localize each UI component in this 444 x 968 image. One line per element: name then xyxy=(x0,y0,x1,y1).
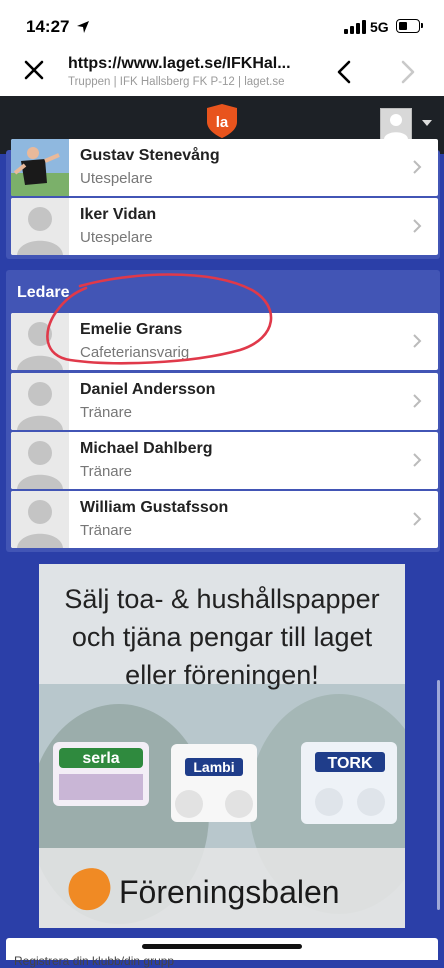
list-item[interactable]: Michael Dahlberg Tränare xyxy=(11,432,438,489)
player-role: Utespelare xyxy=(80,229,153,246)
player-name: Gustav Stenevång xyxy=(80,147,220,164)
leader-role: Tränare xyxy=(80,463,132,480)
caret-down-icon[interactable] xyxy=(422,120,432,126)
chevron-right-icon xyxy=(413,334,422,348)
tork-label: TORK xyxy=(327,755,372,772)
ad-brand: Föreningsbalen xyxy=(119,874,340,910)
chevron-right-icon xyxy=(413,453,422,467)
home-indicator xyxy=(142,944,302,949)
ad-headline-3: eller föreningen! xyxy=(125,660,319,690)
network-type: 5G xyxy=(370,19,389,35)
scrollbar[interactable] xyxy=(437,680,440,910)
signal-icon xyxy=(344,20,366,34)
browser-bar: https://www.laget.se/IFKHal... Truppen |… xyxy=(0,52,444,96)
location-arrow-icon xyxy=(77,21,89,33)
player-photo xyxy=(11,139,69,196)
chevron-right-icon xyxy=(413,219,422,233)
list-item[interactable]: Iker Vidan Utespelare xyxy=(11,198,438,255)
leader-name: Michael Dahlberg xyxy=(80,440,213,457)
bottom-card-text[interactable]: Registrera din klubb/din grupp xyxy=(14,954,174,968)
leader-role: Tränare xyxy=(80,522,132,539)
list-item[interactable]: Gustav Stenevång Utespelare xyxy=(11,139,438,196)
leader-name: Daniel Andersson xyxy=(80,381,216,398)
player-role: Utespelare xyxy=(80,170,153,187)
chevron-right-icon xyxy=(413,160,422,174)
ad-headline-1: Sälj toa- & hushållspapper xyxy=(64,584,380,614)
avatar-placeholder xyxy=(11,491,69,548)
annotation-circle xyxy=(46,273,273,365)
battery-nub xyxy=(421,23,423,28)
page-title-text: Truppen | IFK Hallsberg FK P-12 | laget.… xyxy=(68,76,285,88)
leader-name: William Gustafsson xyxy=(80,499,229,516)
avatar-placeholder xyxy=(11,198,69,255)
player-name: Iker Vidan xyxy=(80,206,157,223)
laget-logo-icon[interactable]: la xyxy=(205,102,239,140)
user-avatar[interactable] xyxy=(380,108,412,140)
battery-icon xyxy=(396,19,420,33)
list-item[interactable]: Daniel Andersson Tränare xyxy=(11,373,438,430)
lambi-label: Lambi xyxy=(193,759,234,775)
status-bar: 14:27 5G xyxy=(0,0,444,52)
chevron-right-icon xyxy=(413,512,422,526)
url-text[interactable]: https://www.laget.se/IFKHal... xyxy=(68,55,318,73)
avatar-placeholder xyxy=(11,373,69,430)
status-time: 14:27 xyxy=(26,17,70,36)
close-icon[interactable] xyxy=(22,58,46,82)
players-panel: Gustav Stenevång Utespelare Iker Vidan U… xyxy=(6,139,440,259)
back-chevron-icon[interactable] xyxy=(334,60,354,84)
serla-label: serla xyxy=(82,750,119,767)
main-content: Gustav Stenevång Utespelare Iker Vidan U… xyxy=(0,139,444,960)
ad-headline-2: och tjäna pengar till laget xyxy=(71,622,373,652)
ad-banner[interactable]: serla Lambi TORK Sälj toa- & hushållspap… xyxy=(39,564,405,928)
avatar-placeholder xyxy=(11,432,69,489)
logo-text: la xyxy=(216,114,229,131)
forward-chevron-icon[interactable] xyxy=(398,60,418,84)
chevron-right-icon xyxy=(413,394,422,408)
list-item[interactable]: William Gustafsson Tränare xyxy=(11,491,438,548)
leader-role: Tränare xyxy=(80,404,132,421)
